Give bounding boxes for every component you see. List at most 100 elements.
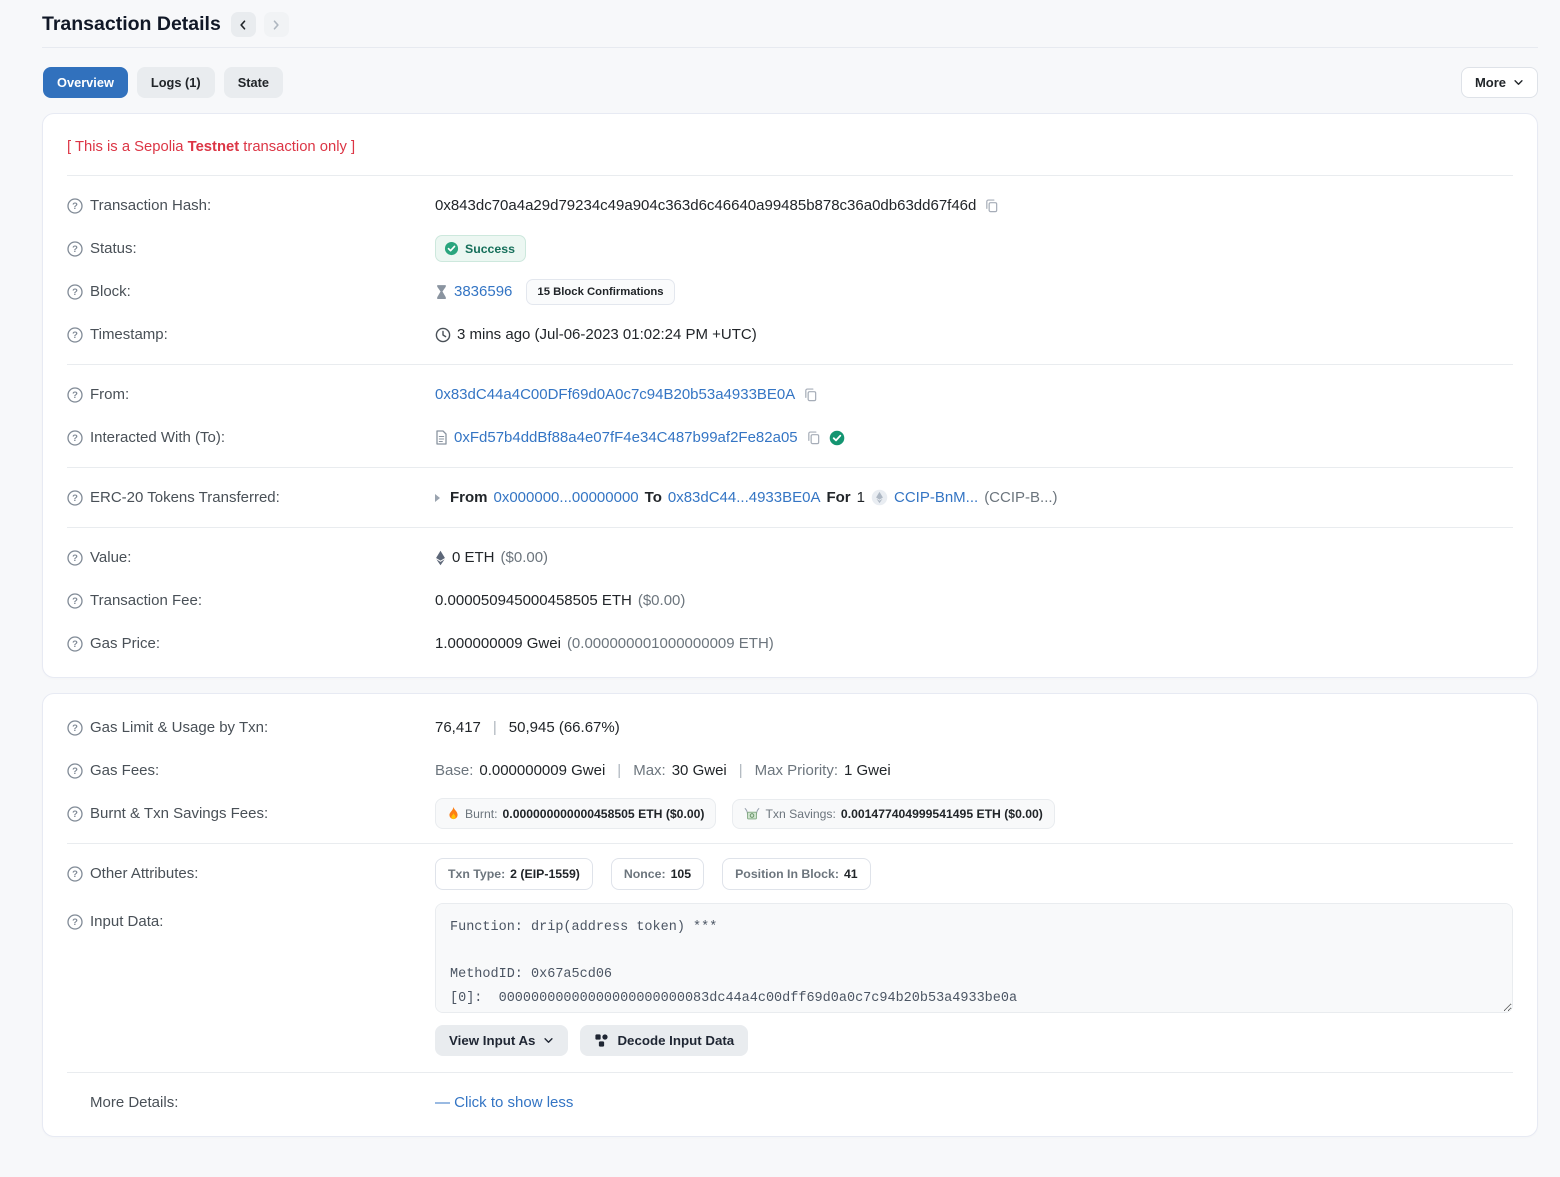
max-priority-value: 1 Gwei (844, 762, 891, 779)
clock-icon (435, 327, 451, 343)
help-icon[interactable]: ? (67, 284, 83, 300)
page: Transaction Details Overview Logs (1) St… (0, 0, 1560, 1172)
page-title: Transaction Details (42, 13, 221, 36)
max-fee-label: Max: (633, 762, 666, 779)
transaction-fee-usd: ($0.00) (638, 592, 686, 609)
help-icon[interactable]: ? (67, 763, 83, 779)
svg-text:?: ? (72, 390, 78, 401)
copy-from-address-button[interactable] (801, 385, 820, 404)
to-address-link[interactable]: 0xFd57b4ddBf88a4e07fF4e34C487b99af2Fe82a… (454, 429, 798, 446)
erc20-amount: 1 (857, 489, 865, 506)
gas-used-value: 50,945 (66.67%) (509, 719, 620, 736)
tab-state[interactable]: State (224, 67, 283, 98)
row-label-text: Gas Fees: (90, 762, 159, 779)
help-icon[interactable]: ? (67, 327, 83, 343)
check-circle-icon (444, 241, 459, 256)
svg-text:?: ? (72, 553, 78, 564)
copy-hash-button[interactable] (982, 196, 1001, 215)
row-label-text: Transaction Fee: (90, 592, 202, 609)
token-name-link[interactable]: CCIP-BnM... (894, 489, 978, 506)
copy-icon (803, 387, 818, 402)
help-icon[interactable]: ? (67, 806, 83, 822)
more-dropdown-button[interactable]: More (1461, 67, 1538, 98)
ethereum-icon (435, 550, 446, 566)
details-card: ? Gas Limit & Usage by Txn: 76,417 | 50,… (42, 693, 1538, 1137)
row-interacted-with: ? Interacted With (To): 0xFd57b4ddBf88a4… (67, 416, 1513, 459)
row-label-text: Input Data: (90, 913, 163, 930)
svg-text:?: ? (72, 493, 78, 504)
show-less-link[interactable]: — Click to show less (435, 1094, 573, 1111)
row-label-text: Gas Limit & Usage by Txn: (90, 719, 268, 736)
position-in-block-pill: Position In Block: 41 (722, 858, 871, 890)
pagination (231, 12, 289, 37)
svg-text:?: ? (72, 723, 78, 734)
chevron-left-icon (237, 19, 249, 31)
divider (67, 364, 1513, 365)
svg-text:?: ? (72, 869, 78, 880)
next-transaction-button[interactable] (264, 12, 289, 37)
row-label-text: Interacted With (To): (90, 429, 225, 446)
base-fee-value: 0.000000009 Gwei (479, 762, 605, 779)
svg-text:?: ? (72, 330, 78, 341)
overview-card: [ This is a Sepolia Testnet transaction … (42, 113, 1538, 678)
help-icon[interactable]: ? (67, 636, 83, 652)
help-icon[interactable]: ? (67, 430, 83, 446)
txn-type-value: 2 (EIP-1559) (510, 867, 580, 881)
chevron-down-icon (543, 1035, 554, 1046)
help-icon[interactable]: ? (67, 866, 83, 882)
row-erc20-transfers: ? ERC-20 Tokens Transferred: From 0x0000… (67, 476, 1513, 519)
block-confirmations-badge: 15 Block Confirmations (526, 279, 674, 305)
base-fee-label: Base: (435, 762, 473, 779)
transaction-fee-eth: 0.000050945000458505 ETH (435, 592, 632, 609)
money-wings-icon (744, 807, 760, 821)
row-label-text: Block: (90, 283, 131, 300)
help-icon[interactable]: ? (67, 720, 83, 736)
txn-savings-badge: Txn Savings: 0.001477404999541495 ETH ($… (732, 799, 1054, 829)
timestamp-value: 3 mins ago (Jul-06-2023 01:02:24 PM +UTC… (457, 326, 757, 343)
input-data-textarea[interactable]: Function: drip(address token) *** Method… (435, 903, 1513, 1013)
row-from: ? From: 0x83dC44a4C00DFf69d0A0c7c94B20b5… (67, 373, 1513, 416)
txn-type-label: Txn Type: (448, 867, 505, 881)
status-text: Success (465, 242, 515, 256)
gas-limit-value: 76,417 (435, 719, 481, 736)
help-icon[interactable]: ? (67, 914, 83, 930)
burnt-value: 0.000000000000458505 ETH ($0.00) (503, 807, 705, 821)
gas-price-gwei: 1.000000009 Gwei (435, 635, 561, 652)
from-address-link[interactable]: 0x83dC44a4C00DFf69d0A0c7c94B20b53a4933BE… (435, 386, 795, 403)
gas-price-eth: (0.000000001000000009 ETH) (567, 635, 774, 652)
divider (67, 843, 1513, 844)
erc20-from-address-link[interactable]: 0x000000...00000000 (494, 489, 639, 506)
divider (67, 175, 1513, 176)
decode-blocks-icon (594, 1033, 609, 1048)
help-icon[interactable]: ? (67, 550, 83, 566)
view-input-as-button[interactable]: View Input As (435, 1025, 568, 1056)
help-icon[interactable]: ? (67, 241, 83, 257)
help-icon[interactable]: ? (67, 387, 83, 403)
contract-file-icon (435, 430, 448, 445)
copy-to-address-button[interactable] (804, 428, 823, 447)
help-icon[interactable]: ? (67, 593, 83, 609)
block-number-link[interactable]: 3836596 (454, 283, 512, 300)
txn-savings-value: 0.001477404999541495 ETH ($0.00) (841, 807, 1043, 821)
svg-text:?: ? (72, 433, 78, 444)
nonce-value: 105 (671, 867, 692, 881)
divider (67, 527, 1513, 528)
erc20-to-address-link[interactable]: 0x83dC44...4933BE0A (668, 489, 821, 506)
row-label-text: More Details: (90, 1094, 178, 1111)
tab-overview[interactable]: Overview (43, 67, 128, 98)
verified-check-icon (829, 430, 845, 446)
position-label: Position In Block: (735, 867, 839, 881)
triangle-right-icon (435, 494, 440, 502)
max-fee-value: 30 Gwei (672, 762, 727, 779)
decode-input-data-button[interactable]: Decode Input Data (580, 1025, 748, 1056)
tab-logs[interactable]: Logs (1) (137, 67, 215, 98)
prev-transaction-button[interactable] (231, 12, 256, 37)
help-icon[interactable]: ? (67, 198, 83, 214)
row-label-text: Transaction Hash: (90, 197, 211, 214)
page-header: Transaction Details (42, 0, 1538, 47)
row-label-text: ERC-20 Tokens Transferred: (90, 489, 280, 506)
row-label-text: Value: (90, 549, 131, 566)
burnt-label: Burnt: (465, 807, 498, 821)
help-icon[interactable]: ? (67, 490, 83, 506)
value-eth: 0 ETH (452, 549, 495, 566)
